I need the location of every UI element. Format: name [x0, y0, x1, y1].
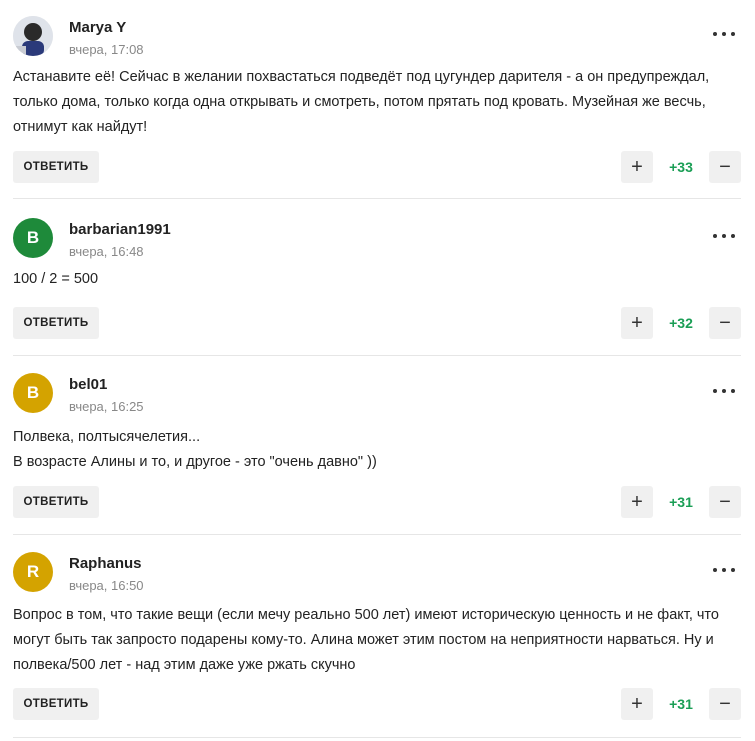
avatar[interactable]: B — [13, 373, 53, 413]
vote-score: +31 — [669, 696, 693, 712]
comment-time: вчера, 16:25 — [69, 399, 144, 414]
comment-time: вчера, 16:48 — [69, 244, 144, 259]
avatar[interactable]: B — [13, 218, 53, 258]
comment-line: Вопрос в том, что такие вещи (если мечу … — [13, 607, 719, 623]
comment-text: 100 / 2 = 500 — [13, 267, 743, 292]
comment-text: Вопрос в том, что такие вещи (если мечу … — [13, 603, 743, 678]
comment-line: Полвека, полтысячелетия... — [13, 429, 201, 445]
reply-button[interactable]: ОТВЕТИТЬ — [13, 486, 99, 518]
upvote-button[interactable]: + — [621, 151, 653, 183]
comment-author[interactable]: barbarian1991 — [69, 221, 171, 238]
avatar[interactable]: R — [13, 552, 53, 592]
user-photo-icon — [13, 16, 53, 56]
upvote-button[interactable]: + — [621, 688, 653, 720]
reply-button[interactable]: ОТВЕТИТЬ — [13, 688, 99, 720]
downvote-button[interactable]: − — [709, 151, 741, 183]
downvote-button[interactable]: − — [709, 486, 741, 518]
reply-button[interactable]: ОТВЕТИТЬ — [13, 151, 99, 183]
comment-line: Астанавите её! Сейчас в желании похваста… — [13, 69, 710, 85]
comment-line: могут быть так запросто подарены кому-то… — [13, 632, 714, 648]
downvote-button[interactable]: − — [709, 688, 741, 720]
vote-score: +32 — [669, 315, 693, 331]
upvote-button[interactable]: + — [621, 307, 653, 339]
vote-score: +31 — [669, 494, 693, 510]
vote-score: +33 — [669, 159, 693, 175]
comment-time: вчера, 17:08 — [69, 42, 144, 57]
comment-author[interactable]: Marya Y — [69, 19, 126, 36]
comment-line: В возрасте Алины и то, и другое - это "о… — [13, 454, 377, 470]
divider — [13, 737, 741, 738]
more-dots-icon[interactable] — [713, 387, 735, 395]
avatar[interactable] — [13, 16, 53, 56]
comment-author[interactable]: Raphanus — [69, 555, 142, 572]
divider — [13, 355, 741, 356]
comment-line: только дома, только когда одна открывать… — [13, 94, 706, 110]
comment-line: отнимут как найдут! — [13, 119, 148, 135]
more-dots-icon[interactable] — [713, 566, 735, 574]
reply-button[interactable]: ОТВЕТИТЬ — [13, 307, 99, 339]
upvote-button[interactable]: + — [621, 486, 653, 518]
divider — [13, 198, 741, 199]
comment-time: вчера, 16:50 — [69, 578, 144, 593]
comment-text: Астанавите её! Сейчас в желании похваста… — [13, 65, 743, 140]
divider — [13, 534, 741, 535]
comment-author[interactable]: bel01 — [69, 376, 107, 393]
comment-line: 100 / 2 = 500 — [13, 271, 99, 287]
more-dots-icon[interactable] — [713, 232, 735, 240]
downvote-button[interactable]: − — [709, 307, 741, 339]
comment-line: полвека/500 лет - над этим даже уже ржат… — [13, 657, 356, 673]
more-dots-icon[interactable] — [713, 30, 735, 38]
comment-text: Полвека, полтысячелетия... В возрасте Ал… — [13, 425, 743, 475]
